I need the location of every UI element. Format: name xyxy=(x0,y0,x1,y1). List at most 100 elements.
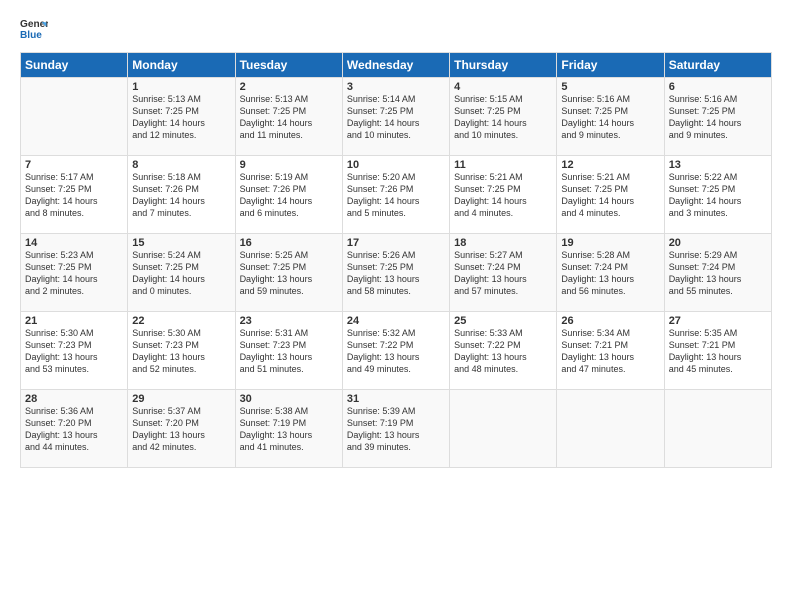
day-number: 23 xyxy=(240,315,338,327)
day-number: 19 xyxy=(561,237,659,249)
day-info: Sunrise: 5:13 AM Sunset: 7:25 PM Dayligh… xyxy=(132,93,230,142)
calendar-cell: 22Sunrise: 5:30 AM Sunset: 7:23 PM Dayli… xyxy=(128,312,235,390)
day-info: Sunrise: 5:22 AM Sunset: 7:25 PM Dayligh… xyxy=(669,171,767,220)
day-info: Sunrise: 5:21 AM Sunset: 7:25 PM Dayligh… xyxy=(561,171,659,220)
day-number: 24 xyxy=(347,315,445,327)
day-number: 25 xyxy=(454,315,552,327)
calendar-cell: 14Sunrise: 5:23 AM Sunset: 7:25 PM Dayli… xyxy=(21,234,128,312)
week-row-3: 14Sunrise: 5:23 AM Sunset: 7:25 PM Dayli… xyxy=(21,234,772,312)
day-info: Sunrise: 5:39 AM Sunset: 7:19 PM Dayligh… xyxy=(347,405,445,454)
day-number: 16 xyxy=(240,237,338,249)
day-info: Sunrise: 5:28 AM Sunset: 7:24 PM Dayligh… xyxy=(561,249,659,298)
day-number: 3 xyxy=(347,81,445,93)
day-info: Sunrise: 5:16 AM Sunset: 7:25 PM Dayligh… xyxy=(561,93,659,142)
week-row-5: 28Sunrise: 5:36 AM Sunset: 7:20 PM Dayli… xyxy=(21,390,772,468)
calendar-cell: 7Sunrise: 5:17 AM Sunset: 7:25 PM Daylig… xyxy=(21,156,128,234)
col-header-wednesday: Wednesday xyxy=(342,53,449,78)
day-number: 31 xyxy=(347,393,445,405)
calendar-cell: 28Sunrise: 5:36 AM Sunset: 7:20 PM Dayli… xyxy=(21,390,128,468)
col-header-friday: Friday xyxy=(557,53,664,78)
day-info: Sunrise: 5:16 AM Sunset: 7:25 PM Dayligh… xyxy=(669,93,767,142)
calendar-cell: 17Sunrise: 5:26 AM Sunset: 7:25 PM Dayli… xyxy=(342,234,449,312)
day-number: 6 xyxy=(669,81,767,93)
day-info: Sunrise: 5:34 AM Sunset: 7:21 PM Dayligh… xyxy=(561,327,659,376)
calendar-cell: 5Sunrise: 5:16 AM Sunset: 7:25 PM Daylig… xyxy=(557,78,664,156)
day-info: Sunrise: 5:21 AM Sunset: 7:25 PM Dayligh… xyxy=(454,171,552,220)
calendar-cell: 29Sunrise: 5:37 AM Sunset: 7:20 PM Dayli… xyxy=(128,390,235,468)
calendar-cell: 12Sunrise: 5:21 AM Sunset: 7:25 PM Dayli… xyxy=(557,156,664,234)
calendar-cell xyxy=(557,390,664,468)
day-info: Sunrise: 5:17 AM Sunset: 7:25 PM Dayligh… xyxy=(25,171,123,220)
day-info: Sunrise: 5:38 AM Sunset: 7:19 PM Dayligh… xyxy=(240,405,338,454)
day-number: 4 xyxy=(454,81,552,93)
calendar-cell: 31Sunrise: 5:39 AM Sunset: 7:19 PM Dayli… xyxy=(342,390,449,468)
day-number: 26 xyxy=(561,315,659,327)
day-info: Sunrise: 5:32 AM Sunset: 7:22 PM Dayligh… xyxy=(347,327,445,376)
col-header-sunday: Sunday xyxy=(21,53,128,78)
calendar-cell: 6Sunrise: 5:16 AM Sunset: 7:25 PM Daylig… xyxy=(664,78,771,156)
day-number: 1 xyxy=(132,81,230,93)
col-header-saturday: Saturday xyxy=(664,53,771,78)
day-number: 10 xyxy=(347,159,445,171)
day-number: 30 xyxy=(240,393,338,405)
calendar-cell: 10Sunrise: 5:20 AM Sunset: 7:26 PM Dayli… xyxy=(342,156,449,234)
week-row-2: 7Sunrise: 5:17 AM Sunset: 7:25 PM Daylig… xyxy=(21,156,772,234)
calendar-cell: 30Sunrise: 5:38 AM Sunset: 7:19 PM Dayli… xyxy=(235,390,342,468)
day-number: 5 xyxy=(561,81,659,93)
col-header-monday: Monday xyxy=(128,53,235,78)
calendar-cell: 2Sunrise: 5:13 AM Sunset: 7:25 PM Daylig… xyxy=(235,78,342,156)
calendar-cell: 21Sunrise: 5:30 AM Sunset: 7:23 PM Dayli… xyxy=(21,312,128,390)
day-number: 17 xyxy=(347,237,445,249)
day-info: Sunrise: 5:36 AM Sunset: 7:20 PM Dayligh… xyxy=(25,405,123,454)
calendar-cell: 26Sunrise: 5:34 AM Sunset: 7:21 PM Dayli… xyxy=(557,312,664,390)
day-info: Sunrise: 5:20 AM Sunset: 7:26 PM Dayligh… xyxy=(347,171,445,220)
calendar-cell xyxy=(664,390,771,468)
day-info: Sunrise: 5:30 AM Sunset: 7:23 PM Dayligh… xyxy=(25,327,123,376)
day-info: Sunrise: 5:33 AM Sunset: 7:22 PM Dayligh… xyxy=(454,327,552,376)
day-info: Sunrise: 5:19 AM Sunset: 7:26 PM Dayligh… xyxy=(240,171,338,220)
week-row-4: 21Sunrise: 5:30 AM Sunset: 7:23 PM Dayli… xyxy=(21,312,772,390)
col-header-thursday: Thursday xyxy=(450,53,557,78)
calendar-cell xyxy=(21,78,128,156)
day-number: 2 xyxy=(240,81,338,93)
day-number: 21 xyxy=(25,315,123,327)
calendar-cell: 3Sunrise: 5:14 AM Sunset: 7:25 PM Daylig… xyxy=(342,78,449,156)
day-info: Sunrise: 5:31 AM Sunset: 7:23 PM Dayligh… xyxy=(240,327,338,376)
day-number: 12 xyxy=(561,159,659,171)
day-number: 20 xyxy=(669,237,767,249)
day-info: Sunrise: 5:29 AM Sunset: 7:24 PM Dayligh… xyxy=(669,249,767,298)
day-info: Sunrise: 5:13 AM Sunset: 7:25 PM Dayligh… xyxy=(240,93,338,142)
day-number: 11 xyxy=(454,159,552,171)
day-number: 18 xyxy=(454,237,552,249)
day-info: Sunrise: 5:27 AM Sunset: 7:24 PM Dayligh… xyxy=(454,249,552,298)
logo: General Blue xyxy=(20,16,52,44)
day-info: Sunrise: 5:26 AM Sunset: 7:25 PM Dayligh… xyxy=(347,249,445,298)
calendar-cell: 18Sunrise: 5:27 AM Sunset: 7:24 PM Dayli… xyxy=(450,234,557,312)
day-number: 15 xyxy=(132,237,230,249)
calendar-cell: 1Sunrise: 5:13 AM Sunset: 7:25 PM Daylig… xyxy=(128,78,235,156)
day-number: 7 xyxy=(25,159,123,171)
calendar-cell: 20Sunrise: 5:29 AM Sunset: 7:24 PM Dayli… xyxy=(664,234,771,312)
day-info: Sunrise: 5:24 AM Sunset: 7:25 PM Dayligh… xyxy=(132,249,230,298)
page: General Blue SundayMondayTuesdayWednesda… xyxy=(0,0,792,612)
day-number: 14 xyxy=(25,237,123,249)
day-info: Sunrise: 5:35 AM Sunset: 7:21 PM Dayligh… xyxy=(669,327,767,376)
day-number: 27 xyxy=(669,315,767,327)
day-info: Sunrise: 5:18 AM Sunset: 7:26 PM Dayligh… xyxy=(132,171,230,220)
day-info: Sunrise: 5:23 AM Sunset: 7:25 PM Dayligh… xyxy=(25,249,123,298)
header-row: SundayMondayTuesdayWednesdayThursdayFrid… xyxy=(21,53,772,78)
calendar-cell: 25Sunrise: 5:33 AM Sunset: 7:22 PM Dayli… xyxy=(450,312,557,390)
calendar-cell: 23Sunrise: 5:31 AM Sunset: 7:23 PM Dayli… xyxy=(235,312,342,390)
day-info: Sunrise: 5:14 AM Sunset: 7:25 PM Dayligh… xyxy=(347,93,445,142)
calendar-cell xyxy=(450,390,557,468)
header: General Blue xyxy=(20,16,772,44)
day-info: Sunrise: 5:25 AM Sunset: 7:25 PM Dayligh… xyxy=(240,249,338,298)
day-info: Sunrise: 5:30 AM Sunset: 7:23 PM Dayligh… xyxy=(132,327,230,376)
day-number: 8 xyxy=(132,159,230,171)
week-row-1: 1Sunrise: 5:13 AM Sunset: 7:25 PM Daylig… xyxy=(21,78,772,156)
calendar-cell: 8Sunrise: 5:18 AM Sunset: 7:26 PM Daylig… xyxy=(128,156,235,234)
day-number: 29 xyxy=(132,393,230,405)
calendar-cell: 4Sunrise: 5:15 AM Sunset: 7:25 PM Daylig… xyxy=(450,78,557,156)
calendar-cell: 11Sunrise: 5:21 AM Sunset: 7:25 PM Dayli… xyxy=(450,156,557,234)
day-info: Sunrise: 5:15 AM Sunset: 7:25 PM Dayligh… xyxy=(454,93,552,142)
